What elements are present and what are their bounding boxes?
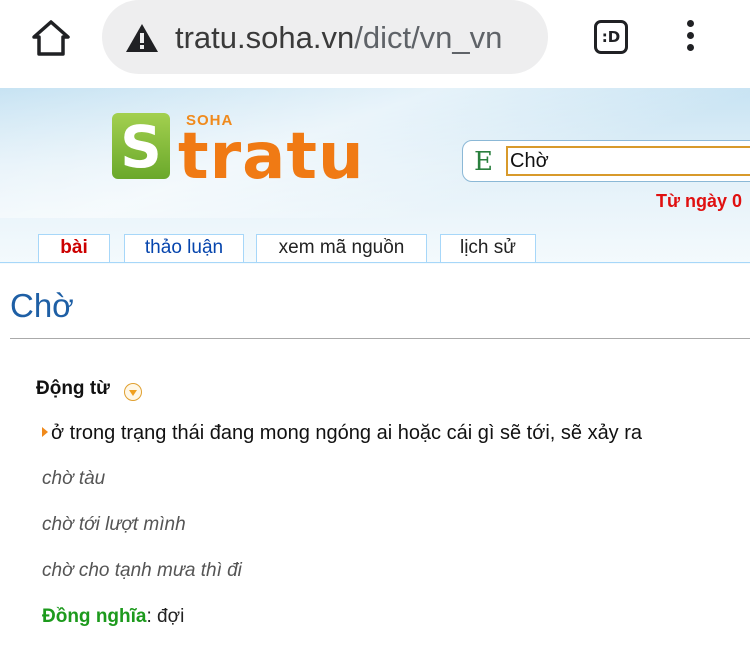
synonym-value: : đợi	[146, 606, 185, 627]
logo-text[interactable]: tratu	[178, 122, 365, 192]
part-of-speech: Động từ	[36, 378, 110, 399]
dictionary-selector[interactable]: E	[474, 146, 493, 178]
example-1: chờ tàu	[42, 468, 106, 489]
tab-article[interactable]: bài	[38, 234, 110, 262]
url-text[interactable]: tratu.soha.vn/dict/vn_vn	[175, 16, 502, 60]
more-menu-icon[interactable]	[680, 18, 700, 58]
collapse-toggle-icon[interactable]	[124, 383, 142, 401]
example-3: chờ cho tạnh mưa thì đi	[42, 560, 242, 581]
bullet-icon	[42, 427, 48, 437]
example-2: chờ tới lượt mình	[42, 514, 186, 535]
url-host: tratu.soha.vn	[175, 20, 355, 55]
tabs-underline	[0, 262, 750, 263]
synonym-label[interactable]: Đồng nghĩa	[42, 606, 146, 627]
home-icon[interactable]	[30, 17, 72, 59]
tab-switcher-icon[interactable]: :D	[594, 20, 628, 54]
definition-text: ở trong trạng thái đang mong ngóng ai ho…	[51, 422, 643, 444]
url-path: /dict/vn_vn	[354, 20, 503, 55]
browser-toolbar: tratu.soha.vn/dict/vn_vn :D	[0, 0, 750, 88]
search-input[interactable]	[506, 146, 750, 176]
tab-discussion[interactable]: thảo luận	[124, 234, 244, 262]
logo-mark[interactable]: S	[112, 113, 170, 181]
synonym-line: Đồng nghĩa: đợi	[42, 606, 184, 628]
notice-text: Từ ngày 0	[656, 191, 743, 211]
page-title: Chờ	[10, 287, 74, 324]
title-divider	[10, 338, 750, 339]
warning-icon[interactable]	[124, 22, 160, 54]
tab-view-source[interactable]: xem mã nguồn	[256, 234, 427, 262]
definition: ở trong trạng thái đang mong ngóng ai ho…	[42, 422, 642, 445]
tab-history[interactable]: lịch sử	[440, 234, 536, 262]
